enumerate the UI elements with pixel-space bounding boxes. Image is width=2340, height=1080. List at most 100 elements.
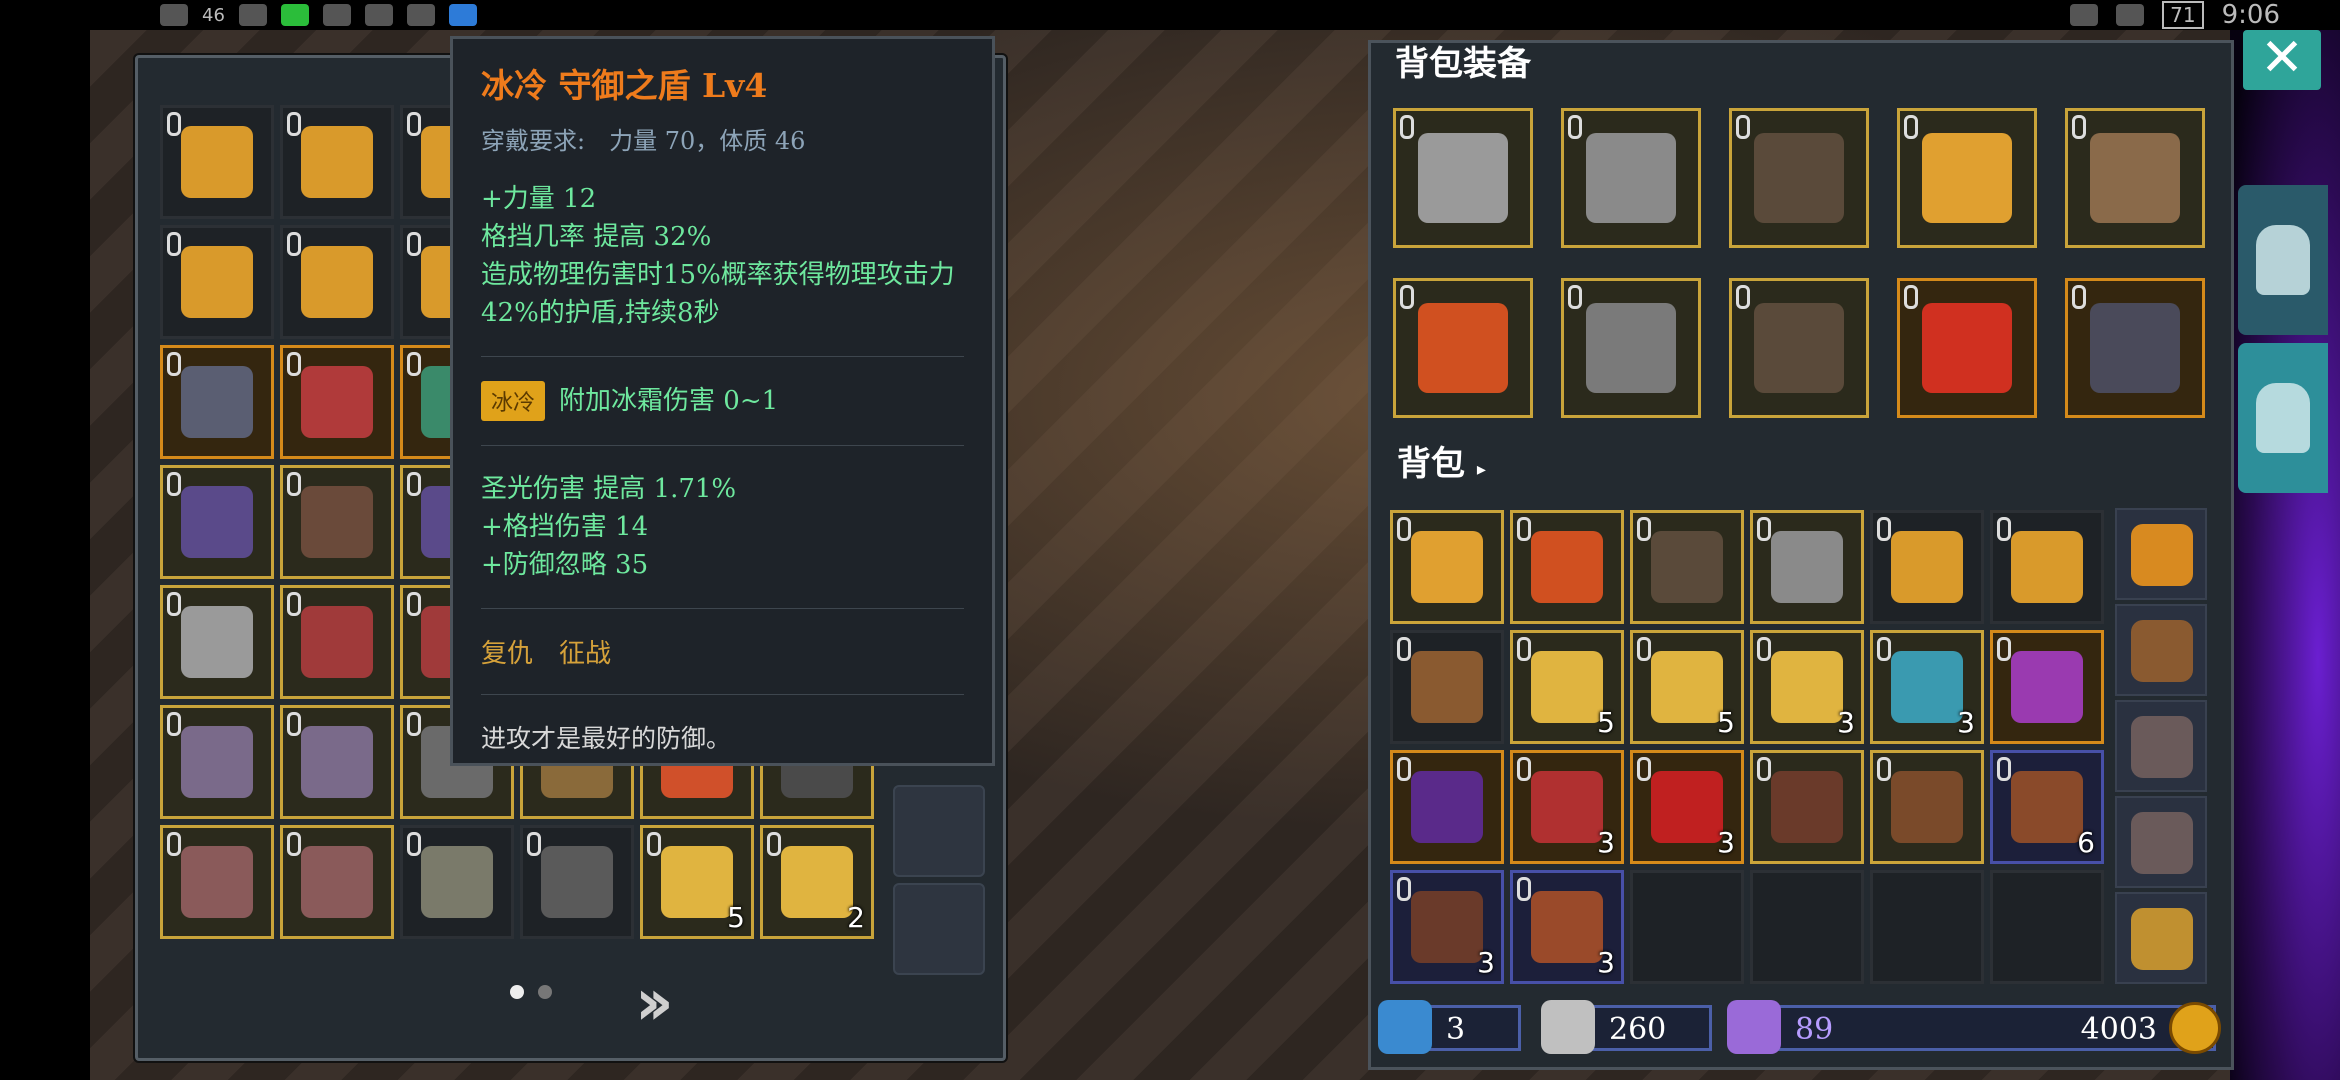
backpack-slot[interactable]: 3 — [1630, 750, 1744, 864]
lock-icon — [1568, 285, 1582, 309]
left-slot[interactable] — [280, 585, 394, 699]
backpack-slot[interactable]: 3 — [1390, 870, 1504, 984]
backpack-slot[interactable]: 3 — [1750, 630, 1864, 744]
item-icon — [1531, 771, 1603, 843]
backpack-slot[interactable] — [1750, 510, 1864, 624]
left-slot[interactable]: 2 — [760, 825, 874, 939]
backpack-slot[interactable] — [1750, 870, 1864, 984]
lock-icon — [287, 352, 301, 376]
item-icon — [1418, 303, 1508, 393]
equipment-slot[interactable] — [1729, 278, 1869, 418]
backpack-slot[interactable]: 6 — [1990, 750, 2104, 864]
bag-tab[interactable] — [2115, 892, 2207, 984]
backpack-slot[interactable]: 3 — [1510, 750, 1624, 864]
left-slot[interactable] — [160, 705, 274, 819]
lock-icon — [167, 832, 181, 856]
bag-tab[interactable] — [2115, 700, 2207, 792]
backpack-slot[interactable] — [1870, 870, 1984, 984]
lock-icon — [407, 112, 421, 136]
item-icon — [301, 726, 373, 798]
left-slot[interactable] — [280, 105, 394, 219]
lock-icon — [407, 472, 421, 496]
lock-icon — [407, 592, 421, 616]
backpack-slot[interactable] — [1390, 510, 1504, 624]
backpack-slot[interactable] — [1990, 630, 2104, 744]
backpack-slot[interactable] — [1750, 750, 1864, 864]
item-icon — [2090, 133, 2180, 223]
lock-icon — [167, 472, 181, 496]
helmet-tab[interactable] — [2238, 185, 2328, 335]
list-view-button[interactable] — [893, 883, 985, 975]
backpack-slot[interactable] — [1630, 870, 1744, 984]
lock-icon — [1517, 877, 1531, 901]
backpack-slot[interactable] — [1990, 510, 2104, 624]
equipment-slot[interactable] — [1897, 278, 2037, 418]
battery-indicator: 71 — [2162, 1, 2204, 29]
backpack-slot[interactable]: 5 — [1510, 630, 1624, 744]
equipment-slot[interactable] — [2065, 278, 2205, 418]
equipment-slot[interactable] — [2065, 108, 2205, 248]
close-button[interactable]: ✕ — [2243, 30, 2321, 90]
lock-icon — [407, 712, 421, 736]
equipment-slot[interactable] — [1393, 108, 1533, 248]
item-icon — [1891, 531, 1963, 603]
lock-icon — [1997, 637, 2011, 661]
left-slot[interactable] — [280, 825, 394, 939]
backpack-slot[interactable] — [1990, 870, 2104, 984]
left-slot[interactable] — [280, 345, 394, 459]
left-slot[interactable] — [160, 345, 274, 459]
left-slot[interactable] — [400, 825, 514, 939]
left-slot[interactable]: 5 — [640, 825, 754, 939]
backpack-slot[interactable] — [1870, 750, 1984, 864]
lock-icon — [167, 352, 181, 376]
item-requirement: 穿戴要求: 力量 70，体质 46 — [481, 127, 806, 155]
left-slot[interactable] — [280, 705, 394, 819]
weapon-tab[interactable] — [2238, 343, 2328, 493]
left-slot[interactable] — [280, 465, 394, 579]
left-slot[interactable] — [280, 225, 394, 339]
bag-icon — [2131, 908, 2193, 970]
lock-icon — [1904, 115, 1918, 139]
item-icon — [301, 246, 373, 318]
equipment-slot[interactable] — [1897, 108, 2037, 248]
backpack-slot[interactable]: 3 — [1870, 630, 1984, 744]
backpack-slot[interactable] — [1390, 750, 1504, 864]
item-icon — [1411, 891, 1483, 963]
backpack-slot[interactable] — [1510, 510, 1624, 624]
left-slot[interactable] — [160, 825, 274, 939]
item-icon — [1531, 531, 1603, 603]
bag-tab[interactable] — [2115, 604, 2207, 696]
backpack-slot[interactable] — [1390, 630, 1504, 744]
item-icon — [1771, 651, 1843, 723]
left-slot[interactable] — [160, 465, 274, 579]
next-page-icon[interactable]: ›› — [635, 966, 674, 1040]
divider — [481, 608, 964, 609]
bag-tab[interactable] — [2115, 508, 2207, 600]
left-slot[interactable] — [520, 825, 634, 939]
equipment-slot[interactable] — [1561, 278, 1701, 418]
item-icon — [181, 486, 253, 558]
lock-icon — [1517, 757, 1531, 781]
page-dot-1[interactable] — [510, 985, 524, 999]
backpack-slot[interactable] — [1630, 510, 1744, 624]
item-icon — [301, 846, 373, 918]
backpack-slot[interactable] — [1870, 510, 1984, 624]
lock-icon — [1736, 285, 1750, 309]
equipment-slot[interactable] — [1729, 108, 1869, 248]
item-icon — [301, 486, 373, 558]
lock-icon — [1397, 517, 1411, 541]
page-dot-2[interactable] — [538, 985, 552, 999]
equipment-slot[interactable] — [1393, 278, 1533, 418]
bag-tab[interactable] — [2115, 796, 2207, 888]
lock-icon — [287, 112, 301, 136]
left-slot[interactable] — [160, 105, 274, 219]
backpack-slot[interactable]: 5 — [1630, 630, 1744, 744]
gold-count: 4003 — [2080, 1012, 2157, 1047]
equipment-slot[interactable] — [1561, 108, 1701, 248]
grid-view-button[interactable] — [893, 785, 985, 877]
backpack-slot[interactable]: 3 — [1510, 870, 1624, 984]
item-icon — [541, 846, 613, 918]
left-slot[interactable] — [160, 585, 274, 699]
lock-icon — [287, 712, 301, 736]
left-slot[interactable] — [160, 225, 274, 339]
